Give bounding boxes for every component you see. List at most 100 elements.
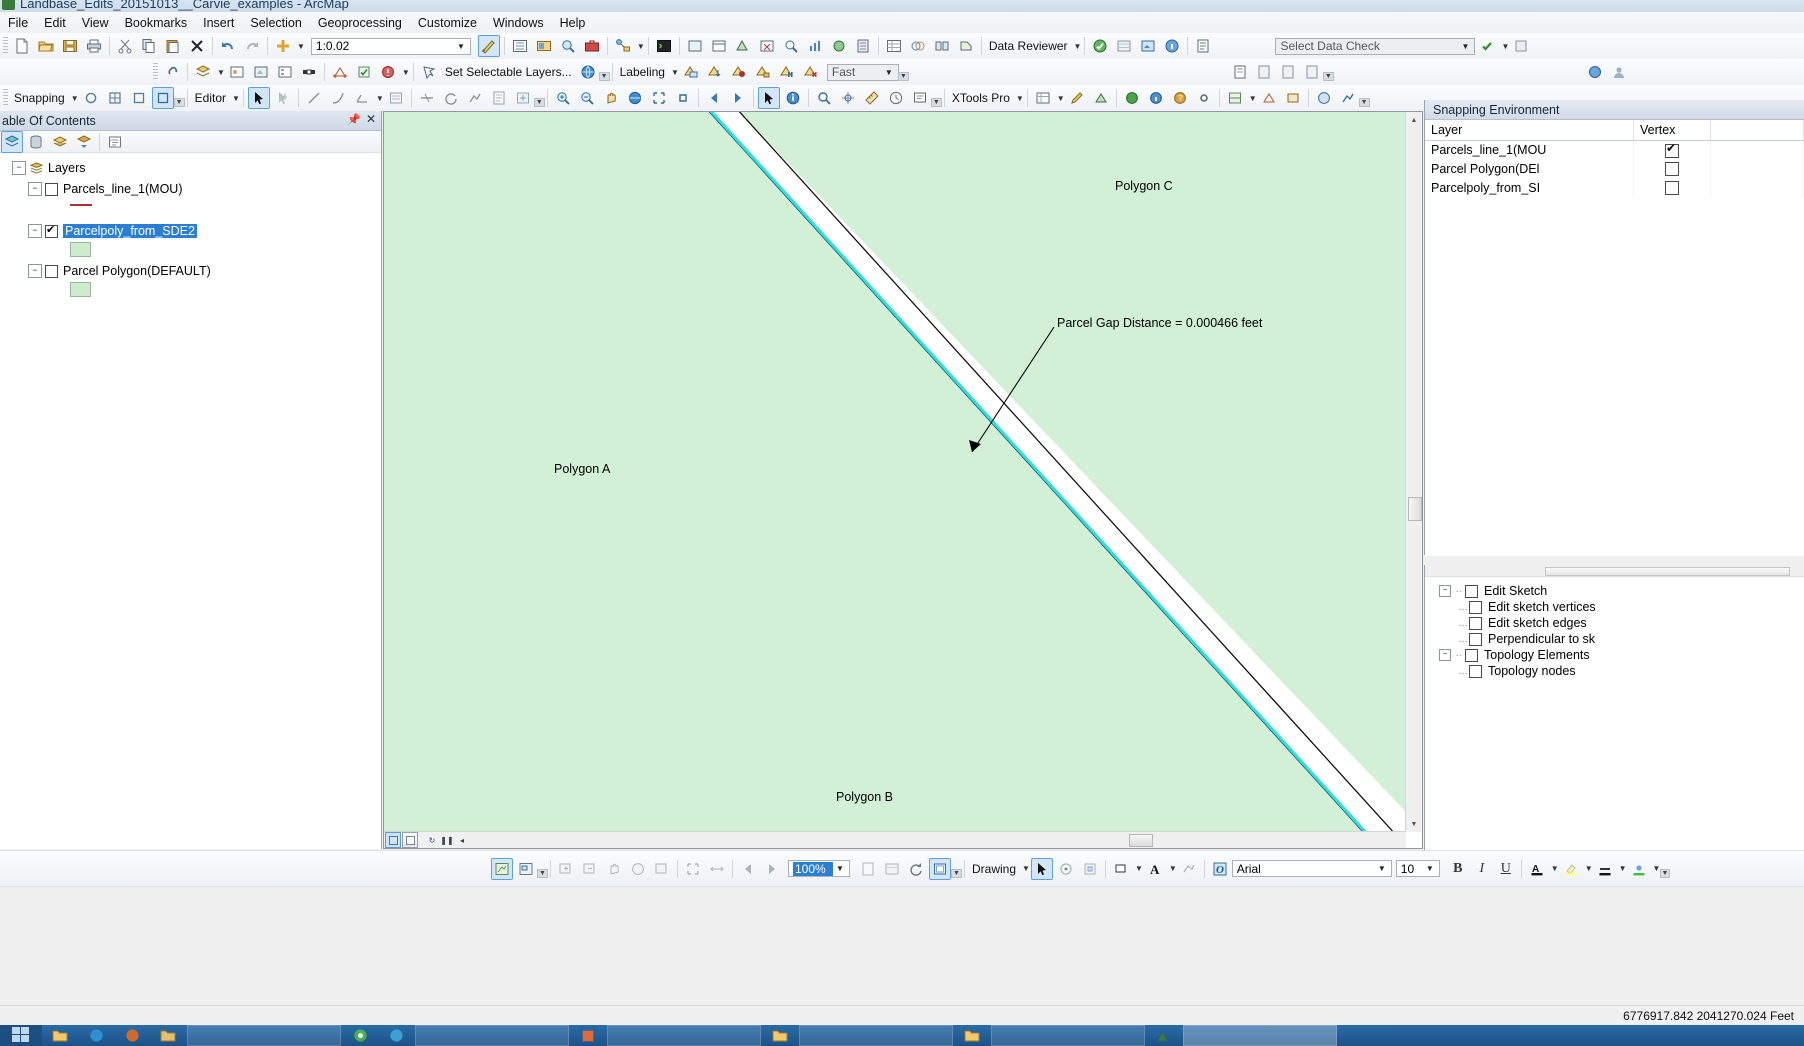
globe-icon[interactable] xyxy=(577,61,599,83)
toolbox-icon[interactable] xyxy=(581,35,603,57)
map-scale-combo[interactable]: 1:0.02 ▼ xyxy=(310,37,471,55)
topology-icon[interactable] xyxy=(329,61,351,83)
edit-vertices-icon[interactable] xyxy=(1079,858,1101,880)
horizontal-scroll-thumb[interactable] xyxy=(1129,834,1153,847)
chrome-icon[interactable] xyxy=(342,1025,378,1046)
xtools-settings-icon[interactable] xyxy=(1193,87,1215,109)
chevron-down-icon[interactable]: ▼ xyxy=(454,42,468,51)
menu-help[interactable]: Help xyxy=(552,14,594,32)
go-back-extent-icon[interactable] xyxy=(703,87,725,109)
reviewer-dashboard-icon[interactable] xyxy=(1192,35,1214,57)
line-color-dropdown[interactable]: ▼ xyxy=(1619,864,1627,873)
select-elements-icon[interactable] xyxy=(1030,857,1053,880)
sketch-node-perpendicular[interactable]: … Perpendicular to sk xyxy=(1457,631,1804,647)
scroll-down-arrow-icon[interactable]: ▼ xyxy=(1406,816,1422,832)
pause-drawing-icon[interactable]: ❚❚ xyxy=(440,833,454,847)
new-shape-icon[interactable] xyxy=(1178,858,1200,880)
go-forward-layout-icon[interactable] xyxy=(761,858,783,880)
focus-data-frame-icon[interactable] xyxy=(515,858,537,880)
reviewer-session-icon[interactable] xyxy=(1089,35,1111,57)
xtools-globe-icon[interactable] xyxy=(1121,87,1143,109)
toc-root-node[interactable]: − Layers xyxy=(12,159,381,177)
menu-customize[interactable]: Customize xyxy=(410,14,485,32)
toggle-draft-mode-icon[interactable] xyxy=(491,857,513,880)
ie-icon[interactable] xyxy=(78,1025,114,1046)
trace-icon[interactable] xyxy=(327,87,349,109)
geocoding-icon[interactable] xyxy=(1229,61,1251,83)
search-icon[interactable] xyxy=(557,35,579,57)
editor-menu[interactable]: Editor xyxy=(191,91,230,105)
sketch-checkbox[interactable] xyxy=(1469,664,1482,678)
error-inspector-icon[interactable] xyxy=(377,61,399,83)
folder-icon[interactable] xyxy=(762,1025,798,1046)
editor-dropdown[interactable]: ▼ xyxy=(232,94,240,103)
column-header-extra[interactable] xyxy=(1710,120,1804,141)
xtools-help-icon[interactable]: ? xyxy=(1169,87,1191,109)
expander-icon[interactable]: − xyxy=(28,182,42,196)
statistics-icon[interactable] xyxy=(804,35,826,57)
print-icon[interactable] xyxy=(83,35,105,57)
drawing-menu[interactable]: Drawing xyxy=(968,862,1020,876)
snapping-dropdown[interactable]: ▼ xyxy=(71,94,79,103)
toolbar-overflow-icon[interactable] xyxy=(1660,860,1669,878)
vertex-checkbox[interactable] xyxy=(1665,141,1679,158)
expander-icon[interactable]: − xyxy=(1439,585,1451,597)
sketch-checkbox[interactable] xyxy=(1469,600,1482,614)
paste-icon[interactable] xyxy=(162,35,184,57)
highlight-color-dropdown[interactable]: ▼ xyxy=(1585,864,1593,873)
view-unplaced-labels-icon[interactable] xyxy=(800,61,822,83)
xtools-pro-menu[interactable]: XTools Pro xyxy=(948,91,1014,105)
xtools-pro-dropdown[interactable]: ▼ xyxy=(1016,94,1024,103)
bold-button[interactable]: B xyxy=(1447,858,1469,880)
data-reviewer-menu[interactable]: Data Reviewer xyxy=(985,39,1072,53)
zoom-in-icon[interactable] xyxy=(552,87,574,109)
sketch-checkbox[interactable] xyxy=(1465,584,1478,598)
edge-snap-icon[interactable] xyxy=(128,87,150,109)
zoom-out-icon[interactable] xyxy=(576,87,598,109)
find-icon[interactable] xyxy=(813,87,835,109)
full-extent-icon[interactable] xyxy=(624,87,646,109)
toggle-layout-draft-icon[interactable] xyxy=(929,857,951,880)
label-weight-icon[interactable] xyxy=(728,61,750,83)
drawing-dropdown[interactable]: ▼ xyxy=(1022,864,1030,873)
drawing-order-dropdown[interactable]: ▼ xyxy=(217,68,225,77)
toolbar-overflow-icon[interactable] xyxy=(1324,63,1333,81)
taskbar-window-4[interactable] xyxy=(799,1025,953,1046)
create-features-icon[interactable] xyxy=(512,87,534,109)
construction-tool-icon[interactable] xyxy=(351,87,373,109)
model-builder-dropdown[interactable]: ▼ xyxy=(637,42,645,51)
rotate-element-icon[interactable] xyxy=(1055,858,1077,880)
vertex-checkbox[interactable] xyxy=(1665,162,1679,177)
go-to-xy-icon[interactable] xyxy=(837,87,859,109)
browser-icon[interactable] xyxy=(378,1025,414,1046)
traverse-icon[interactable] xyxy=(1337,87,1359,109)
font-size-combo[interactable]: 10 ▼ xyxy=(1395,860,1440,877)
editor-toolbar-icon[interactable] xyxy=(477,35,500,57)
labeling-menu[interactable]: Labeling xyxy=(616,65,669,79)
split-tool-icon[interactable] xyxy=(416,87,438,109)
rotate-tool-icon[interactable] xyxy=(440,87,462,109)
pan-layout-icon[interactable] xyxy=(603,858,625,880)
layer-symbol-swatch[interactable] xyxy=(70,204,381,218)
go-forward-extent-icon[interactable] xyxy=(727,87,749,109)
xtools-pencil-icon[interactable] xyxy=(1066,87,1088,109)
taskbar-window-2[interactable] xyxy=(415,1025,569,1046)
map-horizontal-scrollbar[interactable] xyxy=(384,831,1406,848)
reviewer-batch-job-icon[interactable] xyxy=(1137,35,1159,57)
snapping-vertex-cell[interactable] xyxy=(1633,140,1711,160)
sketch-checkbox[interactable] xyxy=(1469,616,1482,630)
label-priority-icon[interactable] xyxy=(704,61,726,83)
label-manager-icon[interactable] xyxy=(680,61,702,83)
expander-icon[interactable]: − xyxy=(12,161,26,175)
taskbar-window-arcmap[interactable] xyxy=(1183,1025,1337,1046)
toolbar-overflow-icon[interactable] xyxy=(899,63,908,81)
fixed-zoom-layout-icon[interactable] xyxy=(651,858,673,880)
validate-topology-icon[interactable] xyxy=(353,61,375,83)
xtools-info-icon[interactable] xyxy=(1145,87,1167,109)
xtools-shape-icon[interactable] xyxy=(1090,87,1112,109)
panel-splitter[interactable] xyxy=(1424,556,1804,565)
menu-bookmarks[interactable]: Bookmarks xyxy=(117,14,196,32)
font-preview-icon[interactable]: O xyxy=(1209,858,1231,880)
close-icon[interactable]: ✕ xyxy=(366,112,376,126)
media-icon[interactable] xyxy=(114,1025,150,1046)
